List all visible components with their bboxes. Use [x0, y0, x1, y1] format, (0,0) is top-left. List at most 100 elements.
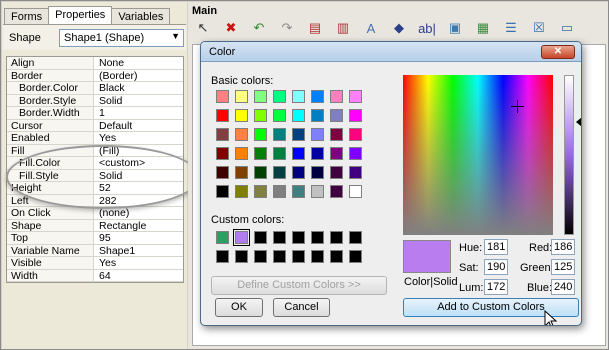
- property-row[interactable]: Width 64: [7, 269, 183, 282]
- pointer-icon[interactable]: ↖: [192, 18, 214, 38]
- basic-color-swatch[interactable]: [216, 185, 229, 198]
- property-value[interactable]: (Fill): [94, 145, 119, 156]
- picture-icon[interactable]: ▦: [472, 18, 494, 38]
- custom-color-swatch[interactable]: [273, 231, 286, 244]
- basic-color-swatch[interactable]: [330, 128, 343, 141]
- basic-color-swatch[interactable]: [216, 147, 229, 160]
- custom-color-swatch[interactable]: [330, 250, 343, 263]
- basic-color-swatch[interactable]: [311, 147, 324, 160]
- property-value[interactable]: None: [94, 57, 124, 68]
- basic-color-swatch[interactable]: [292, 128, 305, 141]
- property-value[interactable]: Yes: [94, 257, 116, 268]
- basic-color-swatch[interactable]: [349, 109, 362, 122]
- basic-color-swatch[interactable]: [216, 128, 229, 141]
- property-row[interactable]: Height 52: [7, 182, 183, 195]
- basic-color-swatch[interactable]: [273, 147, 286, 160]
- property-row[interactable]: Top 95: [7, 232, 183, 245]
- basic-color-swatch[interactable]: [349, 90, 362, 103]
- basic-color-swatch[interactable]: [292, 109, 305, 122]
- basic-color-swatch[interactable]: [235, 90, 248, 103]
- property-value[interactable]: Rectangle: [94, 220, 146, 231]
- redo-icon[interactable]: ↷: [276, 18, 298, 38]
- basic-color-swatch[interactable]: [254, 185, 267, 198]
- property-row[interactable]: Left 282: [7, 194, 183, 207]
- textbox-icon[interactable]: ab|: [416, 18, 438, 38]
- property-row[interactable]: Fill (Fill): [7, 144, 183, 157]
- property-value[interactable]: Solid: [94, 170, 122, 181]
- property-value[interactable]: 52: [94, 182, 111, 193]
- basic-color-swatch[interactable]: [292, 90, 305, 103]
- property-row[interactable]: Enabled Yes: [7, 132, 183, 145]
- define-custom-colors-button[interactable]: Define Custom Colors >>: [211, 276, 387, 295]
- basic-color-swatch[interactable]: [292, 147, 305, 160]
- custom-color-swatch[interactable]: [233, 229, 250, 246]
- basic-color-swatch[interactable]: [330, 185, 343, 198]
- property-value[interactable]: Default: [94, 120, 132, 131]
- basic-color-swatch[interactable]: [273, 109, 286, 122]
- property-row[interactable]: Variable Name Shape1: [7, 244, 183, 257]
- basic-color-swatch[interactable]: [254, 166, 267, 179]
- custom-color-swatch[interactable]: [254, 250, 267, 263]
- property-row[interactable]: Border (Border): [7, 69, 183, 82]
- basic-color-swatch[interactable]: [216, 109, 229, 122]
- lum-input[interactable]: 172: [484, 279, 508, 295]
- luminosity-slider[interactable]: [564, 75, 574, 235]
- property-row[interactable]: Border.Color Black: [7, 82, 183, 95]
- property-value[interactable]: Shape1: [94, 245, 135, 256]
- basic-color-swatch[interactable]: [292, 166, 305, 179]
- red-input[interactable]: 186: [551, 239, 575, 255]
- tab-variables[interactable]: Variables: [111, 8, 171, 24]
- list-icon[interactable]: ☰: [500, 18, 522, 38]
- text-icon[interactable]: A: [360, 18, 382, 38]
- basic-color-swatch[interactable]: [311, 128, 324, 141]
- property-value[interactable]: Solid: [94, 95, 122, 106]
- basic-color-swatch[interactable]: [311, 185, 324, 198]
- basic-color-swatch[interactable]: [330, 109, 343, 122]
- basic-color-swatch[interactable]: [349, 147, 362, 160]
- basic-color-swatch[interactable]: [254, 128, 267, 141]
- custom-color-swatch[interactable]: [349, 250, 362, 263]
- slider-arrow-icon[interactable]: [576, 117, 581, 127]
- hue-input[interactable]: 181: [484, 239, 508, 255]
- property-row[interactable]: Border.Style Solid: [7, 94, 183, 107]
- basic-color-swatch[interactable]: [273, 128, 286, 141]
- cancel-button[interactable]: Cancel: [273, 298, 330, 317]
- basic-color-swatch[interactable]: [311, 90, 324, 103]
- basic-color-swatch[interactable]: [254, 109, 267, 122]
- shapes-icon[interactable]: ◆: [388, 18, 410, 38]
- sat-input[interactable]: 190: [484, 259, 508, 275]
- object-selector-dropdown[interactable]: Shape1 (Shape) ▼: [59, 29, 184, 47]
- property-value[interactable]: Yes: [94, 132, 116, 143]
- custom-color-swatch[interactable]: [216, 231, 229, 244]
- custom-color-swatch[interactable]: [235, 250, 248, 263]
- delete-icon[interactable]: ✖: [220, 18, 242, 38]
- basic-color-swatch[interactable]: [235, 147, 248, 160]
- property-row[interactable]: Cursor Default: [7, 119, 183, 132]
- basic-color-swatch[interactable]: [235, 128, 248, 141]
- basic-color-swatch[interactable]: [254, 90, 267, 103]
- property-value[interactable]: 1: [94, 107, 105, 118]
- custom-color-swatch[interactable]: [292, 250, 305, 263]
- custom-color-swatch[interactable]: [254, 231, 267, 244]
- basic-color-swatch[interactable]: [216, 166, 229, 179]
- basic-color-swatch[interactable]: [330, 166, 343, 179]
- ok-button[interactable]: OK: [215, 298, 263, 317]
- combo-icon[interactable]: ▭: [556, 18, 578, 38]
- checkbox-icon[interactable]: ☒: [528, 18, 550, 38]
- remove-form-icon[interactable]: ▥: [332, 18, 354, 38]
- custom-color-swatch[interactable]: [216, 250, 229, 263]
- custom-color-swatch[interactable]: [311, 231, 324, 244]
- basic-color-swatch[interactable]: [349, 166, 362, 179]
- basic-color-swatch[interactable]: [330, 147, 343, 160]
- undo-icon[interactable]: ↶: [248, 18, 270, 38]
- custom-color-swatch[interactable]: [349, 231, 362, 244]
- custom-color-swatch[interactable]: [273, 250, 286, 263]
- property-row[interactable]: Border.Width 1: [7, 107, 183, 120]
- basic-color-swatch[interactable]: [349, 128, 362, 141]
- basic-color-swatch[interactable]: [349, 185, 362, 198]
- custom-color-swatch[interactable]: [311, 250, 324, 263]
- property-value[interactable]: 64: [94, 270, 111, 281]
- basic-color-swatch[interactable]: [330, 90, 343, 103]
- property-value[interactable]: <custom>: [94, 157, 145, 168]
- color-spectrum[interactable]: [403, 75, 553, 235]
